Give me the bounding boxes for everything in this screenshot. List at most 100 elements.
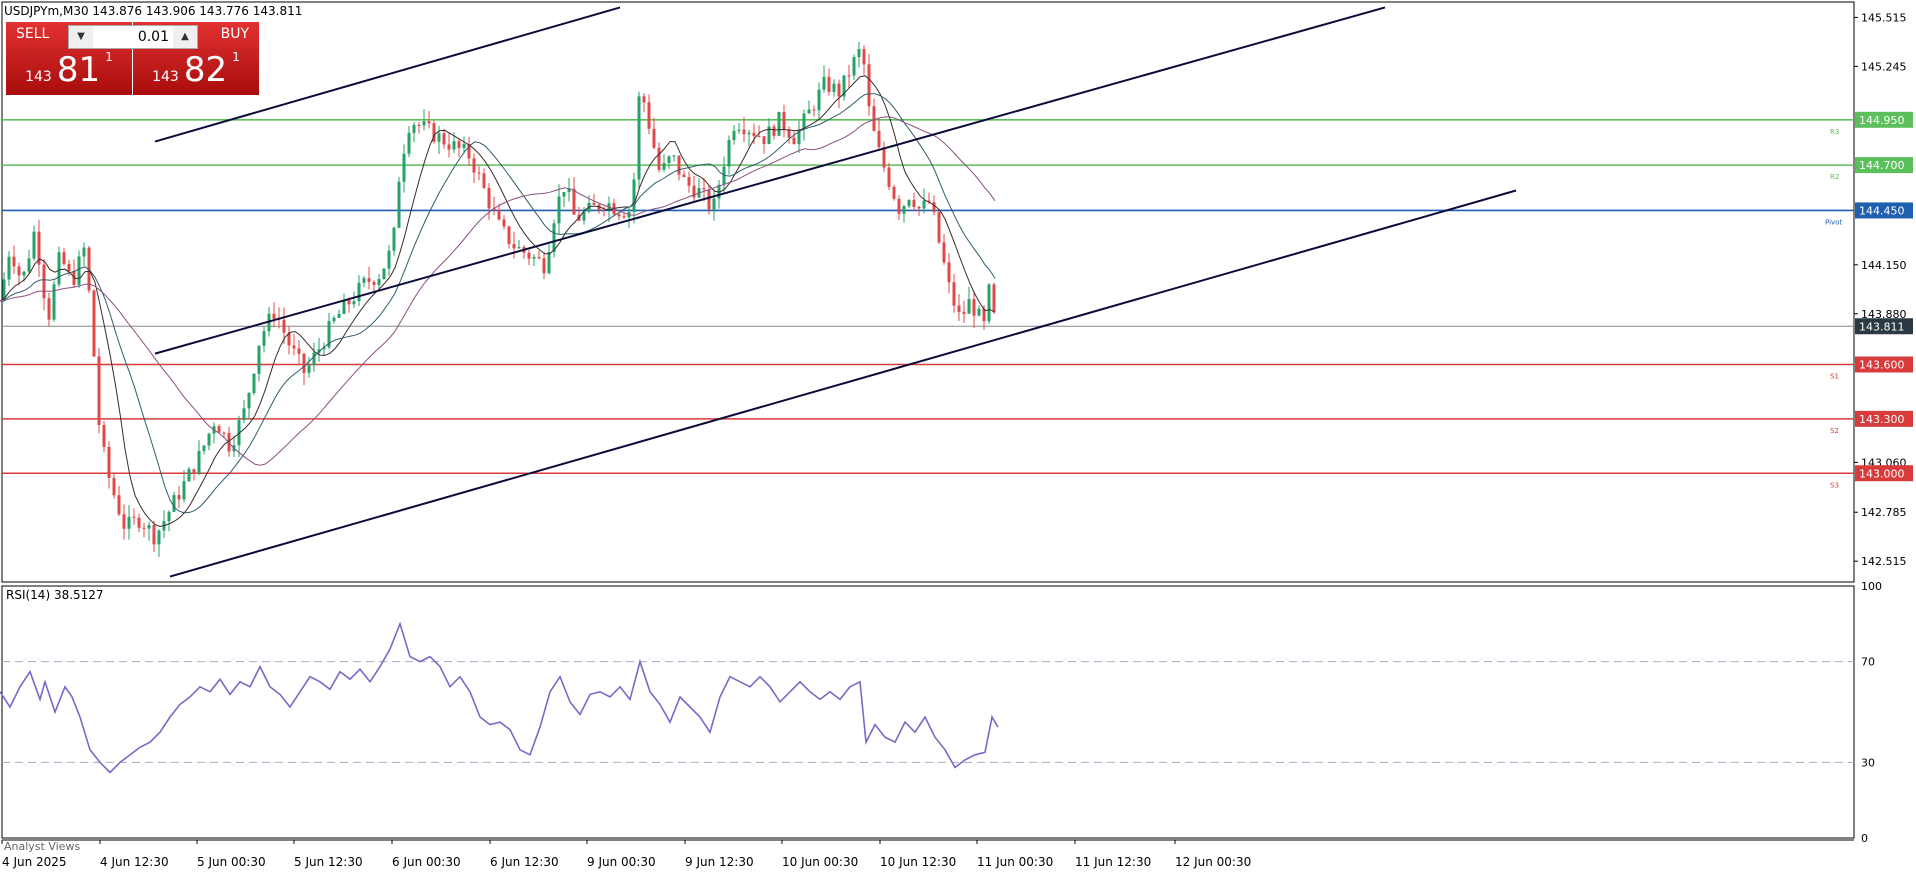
candle-body — [442, 133, 446, 145]
candle-body — [637, 96, 641, 180]
candle-body — [512, 244, 516, 249]
candle-body — [152, 525, 156, 545]
candle-body — [657, 147, 661, 170]
candle-body — [792, 137, 796, 145]
candle — [862, 45, 866, 75]
candle-body — [632, 179, 636, 213]
rsi-tick-label: 70 — [1861, 656, 1875, 669]
candle — [352, 291, 356, 309]
analyst-views-tab[interactable]: Analyst Views — [4, 840, 80, 853]
candle — [162, 510, 166, 538]
candle — [647, 94, 651, 135]
candle-body — [857, 49, 861, 58]
candle-body — [337, 313, 341, 318]
candle — [52, 280, 56, 322]
candle-body — [732, 130, 736, 140]
level-price-label: 144.450 — [1859, 204, 1905, 217]
candle — [597, 203, 601, 214]
candle — [692, 175, 696, 203]
candle-body — [922, 200, 926, 209]
candle — [817, 82, 821, 120]
candle — [37, 219, 41, 277]
candle — [962, 300, 966, 324]
level-tag-label: R2 — [1830, 173, 1839, 181]
time-tick-label: 9 Jun 12:30 — [685, 855, 754, 869]
rsi-line — [0, 621, 999, 774]
candle — [237, 415, 241, 458]
candle — [432, 120, 436, 144]
candle-body — [77, 256, 81, 285]
candle-body — [347, 299, 351, 305]
candle-body — [412, 125, 416, 133]
candle-body — [817, 89, 821, 111]
candle — [182, 470, 186, 503]
candle — [157, 529, 161, 557]
candle-body — [787, 129, 791, 138]
candle-body — [142, 527, 146, 529]
candle-body — [332, 317, 336, 322]
candle — [467, 137, 471, 166]
candle — [302, 352, 306, 386]
candle-body — [352, 301, 356, 305]
candle — [442, 128, 446, 149]
candle — [82, 242, 86, 267]
candle — [552, 219, 556, 258]
candle-body — [482, 173, 486, 188]
candle-body — [677, 155, 681, 175]
chart-canvas[interactable]: 145.515145.245144.150143.880143.060142.7… — [0, 0, 1916, 874]
candle-body — [652, 128, 656, 148]
candle-body — [527, 252, 531, 259]
candle — [757, 125, 761, 138]
time-tick-label: 6 Jun 12:30 — [490, 855, 559, 869]
candle — [542, 252, 546, 280]
candle-body — [992, 284, 996, 313]
candle-body — [547, 252, 551, 274]
candle-body — [57, 252, 61, 285]
candle-body — [952, 282, 956, 306]
candle-body — [7, 256, 11, 280]
level-tag-label: S3 — [1830, 481, 1839, 489]
candle-body — [687, 177, 691, 186]
candle-body — [137, 517, 141, 528]
candle — [132, 508, 136, 525]
candle — [837, 79, 841, 109]
candle-body — [757, 136, 761, 138]
rsi-pane-frame — [1, 585, 1855, 839]
candle — [877, 118, 881, 149]
candle-body — [502, 219, 506, 227]
candle — [197, 440, 201, 476]
candle — [537, 250, 541, 260]
candle — [912, 192, 916, 212]
time-tick-label: 10 Jun 12:30 — [880, 855, 956, 869]
candle — [32, 225, 36, 261]
candle-body — [307, 365, 311, 373]
candle-body — [822, 76, 826, 90]
candle — [202, 444, 206, 455]
candle-body — [662, 163, 666, 170]
candle-body — [832, 83, 836, 92]
candle — [397, 176, 401, 229]
candle-body — [262, 331, 266, 346]
candle — [667, 155, 671, 169]
channel-line — [169, 189, 1517, 578]
channel-line — [154, 6, 1386, 355]
moving-average-1 — [0, 75, 996, 528]
candle-body — [182, 481, 186, 500]
candle — [712, 189, 716, 221]
candle-body — [592, 202, 596, 205]
candle — [57, 246, 61, 288]
candle — [402, 144, 406, 193]
candle-body — [517, 247, 521, 249]
candle-body — [747, 132, 751, 135]
candle — [502, 215, 506, 230]
candle — [332, 315, 336, 324]
candle — [677, 155, 681, 181]
candle-body — [472, 158, 476, 173]
candle-body — [242, 408, 246, 420]
candle-body — [62, 252, 66, 264]
time-tick-label: 4 Jun 12:30 — [100, 855, 169, 869]
candle — [762, 136, 766, 154]
candle — [217, 424, 221, 433]
candle-body — [882, 147, 886, 168]
candle — [827, 68, 831, 96]
